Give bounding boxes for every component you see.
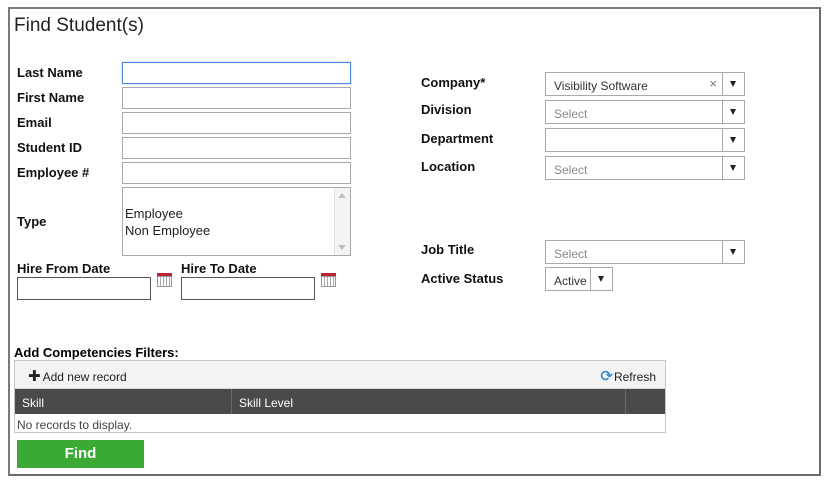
email-input[interactable] (122, 112, 351, 134)
location-label: Location (421, 159, 476, 174)
refresh-label: Refresh (613, 370, 656, 384)
hire-to-date-label: Hire To Date (181, 261, 257, 276)
hire-from-date-input[interactable] (17, 277, 151, 300)
division-combobox[interactable]: Select (545, 100, 745, 124)
type-scrollbar[interactable] (334, 188, 350, 255)
active-status-value: Active (554, 274, 587, 288)
chevron-down-icon (730, 249, 736, 255)
employee-number-label: Employee # (17, 165, 90, 180)
hire-from-date-label: Hire From Date (17, 261, 111, 276)
student-id-input[interactable] (122, 137, 351, 159)
job-title-dropdown-button[interactable] (722, 241, 744, 263)
chevron-down-icon (730, 109, 736, 115)
calendar-icon[interactable] (321, 273, 336, 287)
company-value: Visibility Software (554, 79, 648, 93)
location-dropdown-button[interactable] (722, 157, 744, 179)
add-new-record-label: Add new record (42, 370, 127, 384)
column-header-skill-level[interactable]: Skill Level (232, 389, 626, 414)
company-label: Company* (421, 75, 486, 90)
division-placeholder: Select (554, 107, 588, 121)
company-combobox[interactable]: Visibility Software × (545, 72, 745, 96)
scroll-down-icon[interactable] (338, 245, 346, 250)
last-name-input[interactable] (122, 62, 351, 84)
employee-number-input[interactable] (122, 162, 351, 184)
no-records-message: No records to display. (17, 418, 133, 432)
company-dropdown-button[interactable] (722, 73, 744, 95)
grid-toolbar: ✚ Add new record ⟳Refresh (15, 361, 665, 389)
chevron-down-icon (730, 81, 736, 87)
competencies-grid: ✚ Add new record ⟳Refresh Skill Skill Lev… (14, 360, 666, 433)
chevron-down-icon (598, 276, 604, 282)
department-dropdown-button[interactable] (722, 129, 744, 151)
refresh-icon: ⟳ (600, 368, 613, 385)
refresh-button[interactable]: ⟳Refresh (600, 367, 656, 385)
find-button[interactable]: Find (17, 440, 144, 468)
email-label: Email (17, 115, 52, 130)
type-label: Type (17, 214, 47, 229)
job-title-label: Job Title (421, 242, 475, 257)
division-dropdown-button[interactable] (722, 101, 744, 123)
active-status-select[interactable]: Active (545, 267, 613, 291)
scroll-up-icon[interactable] (338, 193, 346, 198)
chevron-down-icon (730, 137, 736, 143)
first-name-input[interactable] (122, 87, 351, 109)
location-combobox[interactable]: Select (545, 156, 745, 180)
department-combobox[interactable] (545, 128, 745, 152)
hire-to-date-input[interactable] (181, 277, 315, 300)
competencies-label: Add Competencies Filters: (14, 345, 179, 360)
active-status-label: Active Status (421, 271, 504, 286)
location-placeholder: Select (554, 163, 588, 177)
close-icon[interactable]: × (709, 76, 717, 91)
grid-header: Skill Skill Level (15, 389, 665, 414)
job-title-combobox[interactable]: Select (545, 240, 745, 264)
plus-icon: ✚ (28, 368, 41, 385)
last-name-label: Last Name (17, 65, 83, 80)
department-label: Department (421, 131, 494, 146)
active-status-dropdown-button[interactable] (590, 268, 612, 290)
job-title-placeholder: Select (554, 247, 588, 261)
column-header-skill[interactable]: Skill (15, 389, 232, 414)
page-title: Find Student(s) (14, 15, 144, 36)
chevron-down-icon (730, 165, 736, 171)
calendar-icon[interactable] (157, 273, 172, 287)
type-option-non-employee[interactable]: Non Employee (125, 223, 210, 238)
add-new-record-button[interactable]: ✚ Add new record (28, 367, 127, 385)
first-name-label: First Name (17, 90, 85, 105)
student-id-label: Student ID (17, 140, 82, 155)
division-label: Division (421, 102, 472, 117)
type-listbox[interactable]: Employee Non Employee (122, 187, 351, 256)
type-option-employee[interactable]: Employee (125, 206, 183, 221)
